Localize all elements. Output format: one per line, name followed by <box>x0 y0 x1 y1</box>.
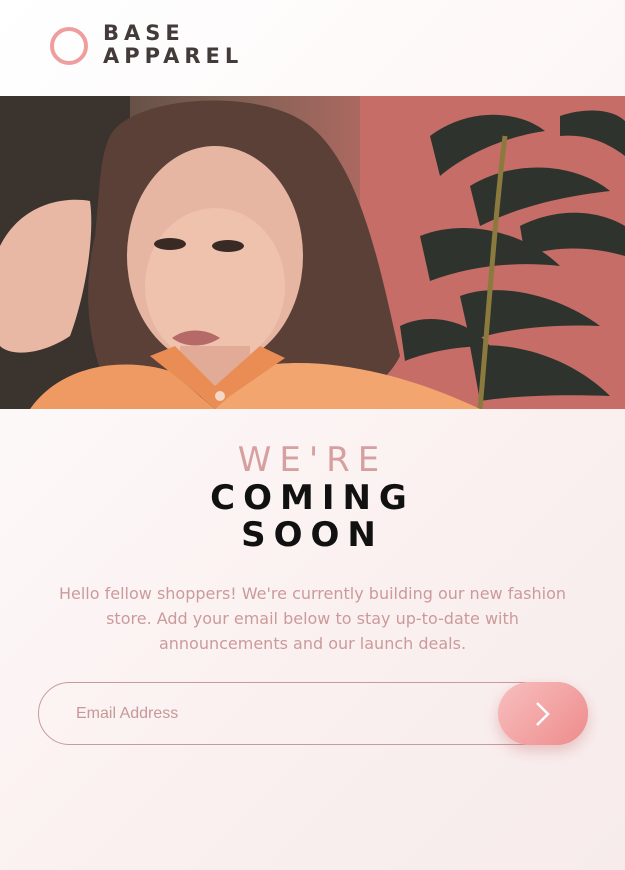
site-header: BASE APPAREL <box>0 0 625 96</box>
description: Hello fellow shoppers! We're currently b… <box>58 584 566 653</box>
logo-ring-icon <box>50 27 88 65</box>
chevron-right-icon <box>536 701 550 726</box>
title-line-3: SOON <box>241 515 384 555</box>
title-line-1: WE'RE <box>237 440 388 480</box>
hero-image <box>0 96 625 409</box>
title-line-2: COMING <box>210 478 415 518</box>
logo-line-1: BASE <box>103 21 185 45</box>
submit-button[interactable] <box>498 682 588 745</box>
page-title: WE'RE COMING SOON <box>0 440 625 554</box>
logo[interactable]: BASE APPAREL <box>103 22 243 68</box>
subscribe-form <box>38 682 588 745</box>
logo-line-2: APPAREL <box>103 44 244 68</box>
